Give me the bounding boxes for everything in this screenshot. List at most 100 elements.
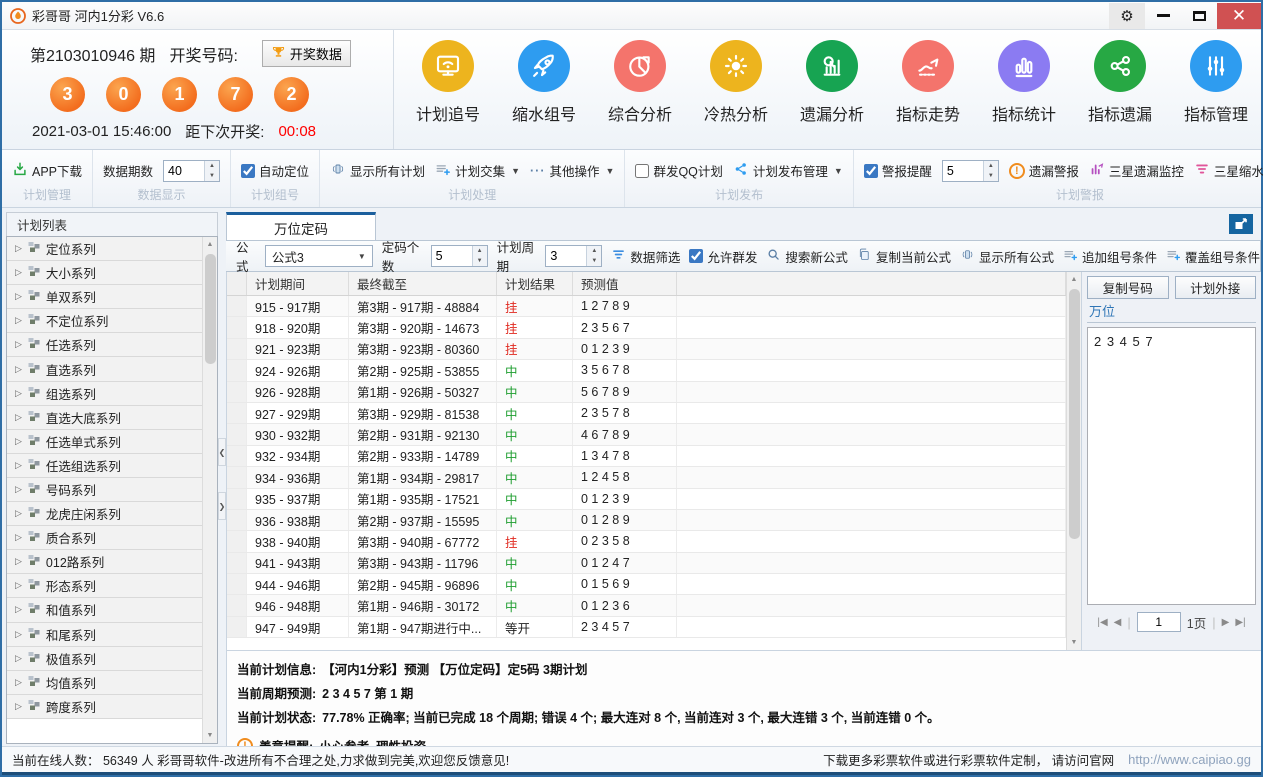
sidebar-item[interactable]: ▷单双系列: [7, 285, 202, 309]
col-result[interactable]: 计划结果: [497, 272, 573, 295]
data-periods-stepper[interactable]: ▲▼: [163, 160, 220, 182]
table-row[interactable]: 944 - 946期第2期 - 945期 - 96896中0 1 5 6 9: [227, 574, 1066, 595]
col-period[interactable]: 计划期间: [247, 272, 349, 295]
table-row[interactable]: 946 - 948期第1期 - 946期 - 30172中0 1 2 3 6: [227, 595, 1066, 616]
data-periods-input[interactable]: [164, 161, 204, 181]
scroll-up-icon[interactable]: ▲: [203, 237, 217, 252]
nav-button[interactable]: 指标遗漏: [1072, 40, 1168, 149]
last-page-icon[interactable]: ▶|: [1235, 617, 1245, 628]
draw-data-button[interactable]: 开奖数据: [262, 40, 351, 67]
prev-page-icon[interactable]: ◀: [1114, 617, 1122, 628]
plan-intersect-button[interactable]: 计划交集▼: [435, 161, 520, 180]
table-row[interactable]: 935 - 937期第1期 - 935期 - 17521中0 1 2 3 9: [227, 489, 1066, 510]
spin-up-icon[interactable]: ▲: [984, 161, 998, 171]
status-url[interactable]: http://www.caipiao.gg: [1128, 752, 1251, 767]
cycle-input[interactable]: [546, 246, 586, 266]
three-star-shrink-button[interactable]: 三星缩水+监控: [1194, 161, 1263, 180]
nav-button[interactable]: 综合分析: [592, 40, 688, 149]
alert-input[interactable]: [943, 161, 983, 181]
scroll-up-icon[interactable]: ▲: [1067, 272, 1081, 287]
nav-button[interactable]: 遗漏分析: [784, 40, 880, 149]
sidebar-item[interactable]: ▷大小系列: [7, 261, 202, 285]
alert-stepper[interactable]: ▲▼: [942, 160, 999, 182]
nav-button[interactable]: 冷热分析: [688, 40, 784, 149]
table-row[interactable]: 938 - 940期第3期 - 940期 - 67772挂0 2 3 5 8: [227, 531, 1066, 552]
search-formula-button[interactable]: 搜索新公式: [766, 247, 848, 266]
table-row[interactable]: 918 - 920期第3期 - 920期 - 14673挂2 3 5 6 7: [227, 317, 1066, 338]
scroll-down-icon[interactable]: ▼: [1067, 635, 1081, 650]
nav-button[interactable]: 指标管理: [1168, 40, 1263, 149]
col-final[interactable]: 最终截至: [349, 272, 497, 295]
show-all-formula-button[interactable]: 显示所有公式: [960, 247, 1054, 266]
data-filter-button[interactable]: 数据筛选: [611, 247, 680, 266]
first-page-icon[interactable]: |◀: [1097, 617, 1107, 628]
table-row[interactable]: 932 - 934期第2期 - 933期 - 14789中1 3 4 7 8: [227, 446, 1066, 467]
alert-remind-input[interactable]: [864, 164, 878, 178]
spin-down-icon[interactable]: ▼: [587, 256, 601, 266]
minimize-button[interactable]: [1145, 3, 1181, 29]
copy-numbers-button[interactable]: 复制号码: [1087, 276, 1169, 299]
spin-down-icon[interactable]: ▼: [205, 171, 219, 181]
close-button[interactable]: ✕: [1217, 3, 1261, 29]
auto-position-checkbox[interactable]: 自动定位: [241, 161, 309, 180]
spin-up-icon[interactable]: ▲: [205, 161, 219, 171]
gear-icon[interactable]: ⚙: [1109, 3, 1145, 29]
spin-down-icon[interactable]: ▼: [473, 256, 487, 266]
collapse-left-icon[interactable]: ❮: [218, 438, 226, 466]
table-row[interactable]: 926 - 928期第1期 - 926期 - 50327中5 6 7 8 9: [227, 382, 1066, 403]
sidebar-item[interactable]: ▷龙虎庄闲系列: [7, 502, 202, 526]
nav-button[interactable]: 指标统计: [976, 40, 1072, 149]
scrollbar-thumb[interactable]: [1069, 289, 1080, 539]
sidebar-item[interactable]: ▷和值系列: [7, 598, 202, 622]
sidebar-item[interactable]: ▷形态系列: [7, 574, 202, 598]
sidebar-item[interactable]: ▷均值系列: [7, 671, 202, 695]
scroll-down-icon[interactable]: ▼: [203, 728, 217, 743]
digit-count-stepper[interactable]: ▲▼: [431, 245, 488, 267]
formula-dropdown[interactable]: 公式3▼: [265, 245, 373, 267]
collapse-right-icon[interactable]: ❯: [218, 492, 226, 520]
numbers-box[interactable]: 2 3 4 5 7: [1087, 327, 1256, 605]
digit-count-input[interactable]: [432, 246, 472, 266]
sidebar-item[interactable]: ▷极值系列: [7, 647, 202, 671]
maximize-button[interactable]: [1181, 3, 1217, 29]
table-row[interactable]: 924 - 926期第2期 - 925期 - 53855中3 5 6 7 8: [227, 360, 1066, 381]
omission-alert-button[interactable]: ! 遗漏警报: [1009, 161, 1079, 180]
spin-up-icon[interactable]: ▲: [587, 246, 601, 256]
table-row[interactable]: 930 - 932期第2期 - 931期 - 92130中4 6 7 8 9: [227, 424, 1066, 445]
sidebar-item[interactable]: ▷不定位系列: [7, 309, 202, 333]
copy-formula-button[interactable]: 复制当前公式: [857, 247, 951, 266]
tab-wanwei-dingma[interactable]: 万位定码: [226, 212, 376, 240]
publish-manage-button[interactable]: 计划发布管理▼: [733, 161, 843, 180]
sidebar-item[interactable]: ▷任选系列: [7, 333, 202, 357]
sidebar-item[interactable]: ▷跨度系列: [7, 695, 202, 719]
spin-down-icon[interactable]: ▼: [984, 171, 998, 181]
append-condition-button[interactable]: 追加组号条件: [1063, 247, 1157, 266]
app-download-button[interactable]: APP下载: [12, 161, 82, 180]
nav-button[interactable]: 计划追号: [400, 40, 496, 149]
next-page-icon[interactable]: ▶: [1222, 617, 1230, 628]
cycle-stepper[interactable]: ▲▼: [545, 245, 602, 267]
col-prediction[interactable]: 预测值: [573, 272, 677, 295]
spin-up-icon[interactable]: ▲: [473, 246, 487, 256]
sidebar-scrollbar[interactable]: ▲ ▼: [202, 237, 217, 743]
external-plan-button[interactable]: 计划外接: [1175, 276, 1257, 299]
qq-broadcast-checkbox[interactable]: 群发QQ计划: [635, 161, 722, 180]
sidebar-item[interactable]: ▷直选大底系列: [7, 406, 202, 430]
override-condition-button[interactable]: 覆盖组号条件: [1166, 247, 1260, 266]
allow-broadcast-checkbox[interactable]: 允许群发: [689, 247, 757, 266]
sidebar-item[interactable]: ▷组选系列: [7, 382, 202, 406]
nav-button[interactable]: 缩水组号: [496, 40, 592, 149]
nav-button[interactable]: 指标走势: [880, 40, 976, 149]
sidebar-item[interactable]: ▷任选组选系列: [7, 454, 202, 478]
sidebar-item[interactable]: ▷和尾系列: [7, 623, 202, 647]
expand-icon[interactable]: [1229, 214, 1253, 234]
table-row[interactable]: 934 - 936期第1期 - 934期 - 29817中1 2 4 5 8: [227, 467, 1066, 488]
qq-broadcast-input[interactable]: [635, 164, 649, 178]
three-star-monitor-button[interactable]: 三星遗漏监控: [1089, 161, 1184, 180]
table-row[interactable]: 921 - 923期第3期 - 923期 - 80360挂0 1 2 3 9: [227, 339, 1066, 360]
auto-position-input[interactable]: [241, 164, 255, 178]
table-row[interactable]: 936 - 938期第2期 - 937期 - 15595中0 1 2 8 9: [227, 510, 1066, 531]
scrollbar-thumb[interactable]: [205, 254, 216, 364]
sidebar-item[interactable]: ▷任选单式系列: [7, 430, 202, 454]
alert-remind-checkbox[interactable]: 警报提醒: [864, 161, 932, 180]
